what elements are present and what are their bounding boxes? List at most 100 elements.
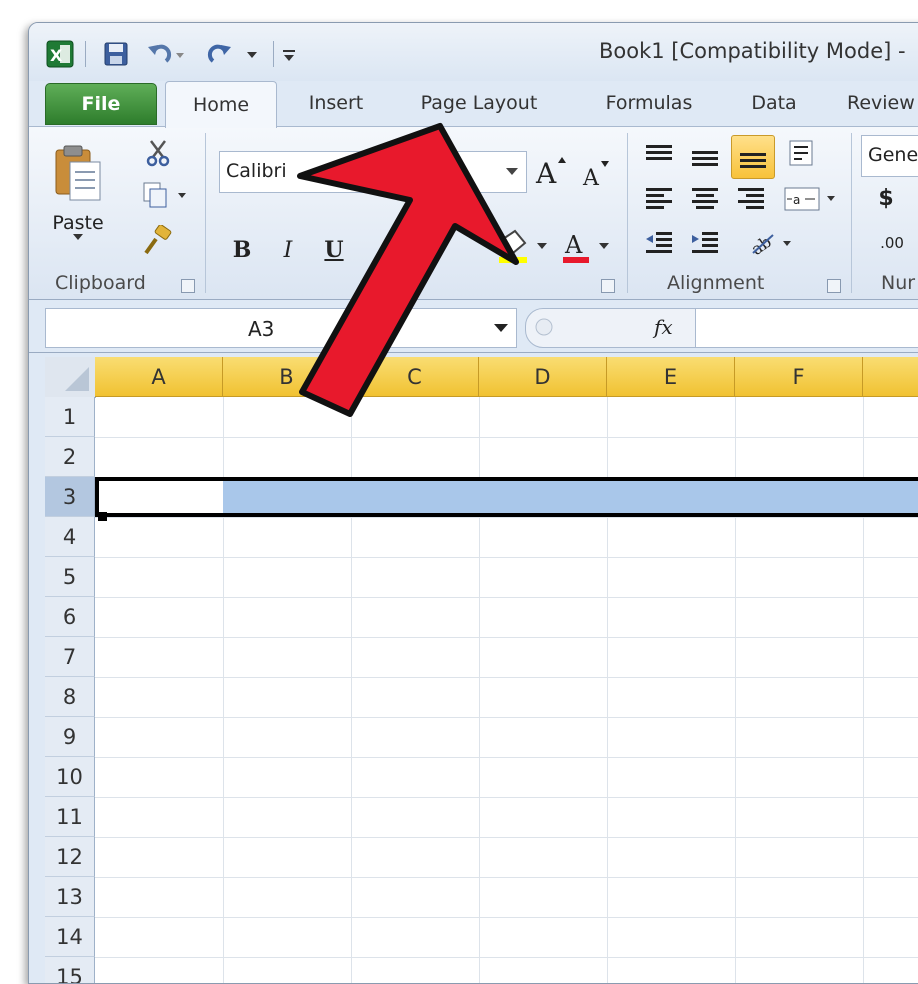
svg-text:a: a [793,193,800,207]
increase-font-size-button[interactable]: A [533,153,569,189]
align-left-icon [646,188,672,209]
underline-button[interactable]: U [317,233,351,267]
tab-data[interactable]: Data [741,81,807,125]
excel-logo-icon[interactable]: X [45,39,75,69]
select-all-button[interactable] [45,357,96,398]
fill-color-button[interactable] [493,227,553,267]
svg-text:A: A [564,231,583,259]
formula-bar-controls: fx [525,308,697,348]
chevron-down-icon [506,168,518,175]
column-header-g[interactable] [863,357,918,397]
row-header-10[interactable]: 10 [45,757,95,797]
tab-insert[interactable]: Insert [291,81,381,125]
number-format-combo[interactable]: Gene [861,135,918,177]
row-header-4[interactable]: 4 [45,517,95,557]
font-name-combo[interactable]: Calibri [219,151,431,193]
formula-bar: A3 fx [29,300,918,353]
tab-home[interactable]: Home [165,81,277,128]
name-box-value: A3 [248,317,275,341]
wrap-text-icon [789,140,813,166]
number-format-value: Gene [868,144,918,166]
middle-align-icon [692,151,718,166]
align-center-icon [692,188,718,209]
grow-font-icon: A [535,157,566,187]
font-color-icon: A [563,231,609,263]
column-header-b[interactable]: B [223,357,351,397]
tab-file[interactable]: File [45,83,157,125]
insert-function-button[interactable]: fx [654,315,673,339]
tab-formulas[interactable]: Formulas [589,81,709,125]
formula-bar-grip-icon[interactable] [534,317,554,337]
column-header-a[interactable]: A [95,357,223,397]
copy-button[interactable] [137,179,193,211]
svg-text:A: A [535,157,557,187]
row-header-11[interactable]: 11 [45,797,95,837]
bold-button[interactable]: B [225,233,259,267]
row-header-6[interactable]: 6 [45,597,95,637]
font-dialog-launcher-icon[interactable] [601,279,615,293]
bottom-align-icon [740,153,766,168]
svg-text:A: A [582,166,600,187]
align-right-button[interactable] [731,181,771,217]
redo-icon[interactable] [207,39,263,69]
column-header-f[interactable]: F [735,357,863,397]
cut-button[interactable] [141,137,175,169]
worksheet-grid[interactable]: A B C D E F 1 2 3 4 5 6 7 8 9 10 11 12 1… [45,357,918,983]
row-header-3[interactable]: 3 [45,477,95,517]
fill-color-icon [499,229,547,263]
paste-icon [55,145,101,201]
top-align-button[interactable] [639,137,679,173]
row-header-14[interactable]: 14 [45,917,95,957]
format-painter-icon [144,225,172,255]
font-size-combo[interactable]: 11 [433,151,527,193]
name-box[interactable]: A3 [45,308,517,348]
text-orientation-icon: ab [748,232,791,257]
formula-input[interactable] [695,308,918,348]
row-header-8[interactable]: 8 [45,677,95,717]
text-orientation-button[interactable]: ab [745,225,799,261]
clipboard-dialog-launcher-icon[interactable] [181,279,195,293]
orientation-button[interactable] [783,135,823,173]
column-header-e[interactable]: E [607,357,735,397]
column-header-d[interactable]: D [479,357,607,397]
shrink-font-icon: A [582,161,609,187]
selected-row-border[interactable] [95,477,918,517]
alignment-dialog-launcher-icon[interactable] [827,279,841,293]
increase-indent-button[interactable] [685,225,725,261]
align-left-button[interactable] [639,181,679,217]
row-header-13[interactable]: 13 [45,877,95,917]
window-title: Book1 [Compatibility Mode] - [599,39,906,63]
increase-decimal-icon: .00 [880,234,904,252]
increase-decimal-button[interactable]: .00 [867,225,917,261]
decrease-font-size-button[interactable]: A [579,157,613,189]
middle-align-button[interactable] [685,139,725,175]
align-center-button[interactable] [685,181,725,217]
align-right-icon [738,188,764,209]
decrease-indent-button[interactable] [639,225,679,261]
paste-button[interactable]: Paste [43,133,113,253]
italic-button[interactable]: I [271,233,305,267]
bottom-align-button[interactable] [731,135,775,179]
row-header-9[interactable]: 9 [45,717,95,757]
font-color-button[interactable]: A [559,227,615,267]
tab-page-layout[interactable]: Page Layout [409,81,549,125]
row-header-2[interactable]: 2 [45,437,95,477]
borders-icon [414,238,438,263]
merge-center-button[interactable]: a [781,181,841,217]
row-header-1[interactable]: 1 [45,397,95,437]
customize-qat-icon[interactable] [279,43,299,67]
fill-handle[interactable] [98,512,107,521]
column-header-c[interactable]: C [351,357,479,397]
borders-button[interactable] [409,233,443,267]
save-icon[interactable] [101,39,131,69]
paste-label: Paste [52,212,104,234]
row-header-12[interactable]: 12 [45,837,95,877]
chevron-down-icon[interactable] [494,324,508,334]
format-painter-button[interactable] [139,223,175,257]
currency-button[interactable]: $ [871,181,901,215]
undo-icon[interactable] [145,39,187,69]
row-header-15[interactable]: 15 [45,957,95,983]
tab-review[interactable]: Review [847,81,918,125]
row-header-7[interactable]: 7 [45,637,95,677]
row-header-5[interactable]: 5 [45,557,95,597]
